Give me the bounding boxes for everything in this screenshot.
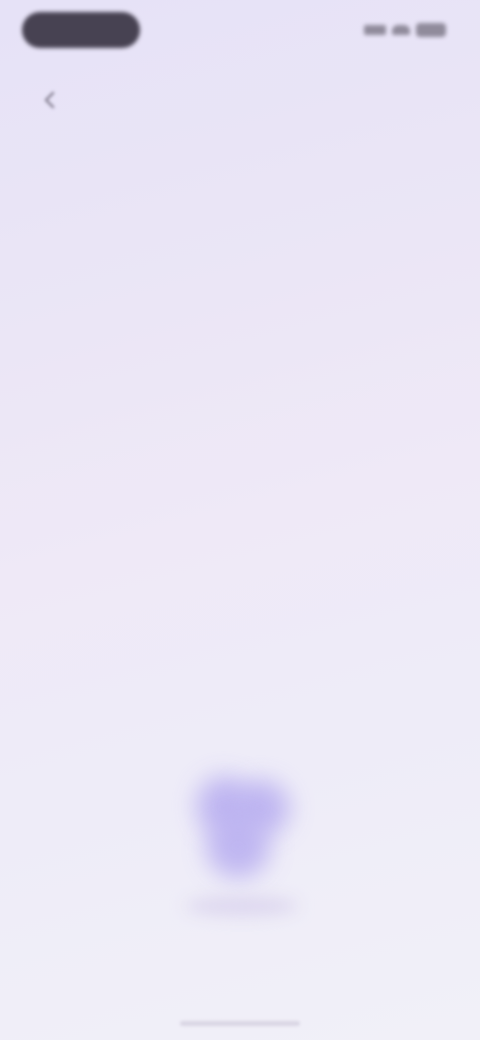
voice-orb-button[interactable] [176,762,304,890]
status-icons [356,22,446,38]
wifi-icon [392,25,410,35]
signal-icon [364,25,386,35]
voice-orb-shadow [186,896,298,916]
status-bar [0,0,480,60]
chevron-left-icon [44,91,55,109]
home-indicator [180,1021,300,1026]
back-button[interactable] [34,84,66,116]
battery-icon [416,23,446,37]
status-pill [22,12,140,48]
